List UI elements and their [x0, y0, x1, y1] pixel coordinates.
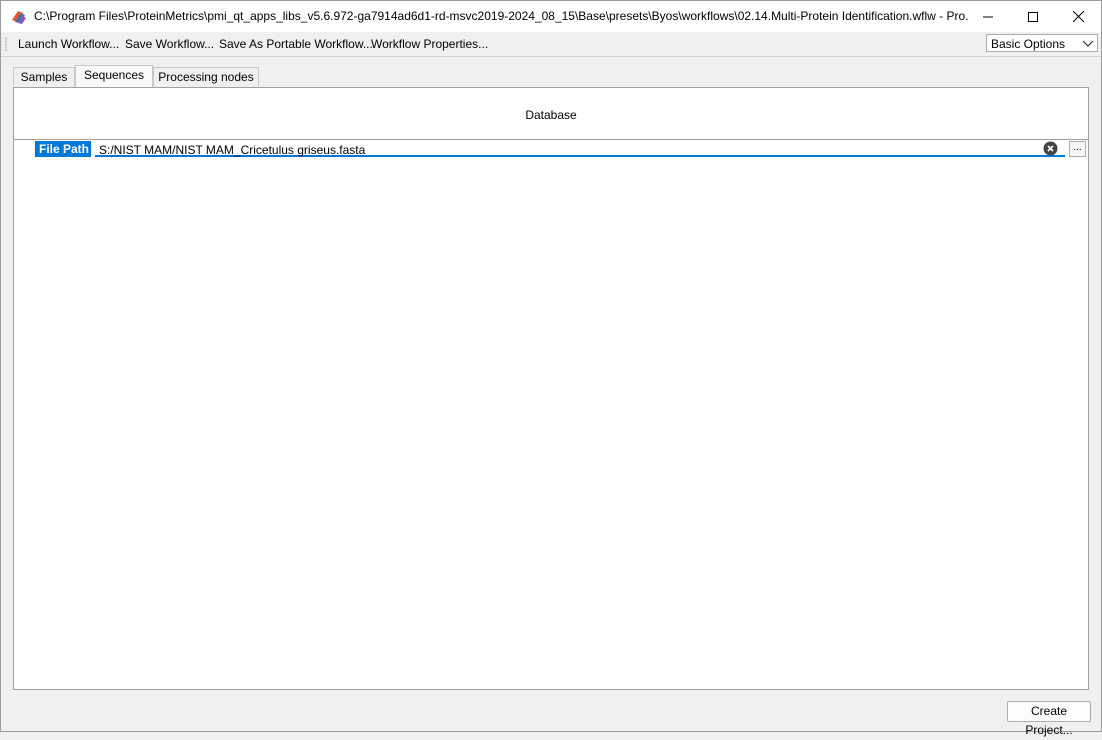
tab-sequences[interactable]: Sequences: [75, 65, 153, 87]
app-icon: [10, 8, 27, 25]
file-path-input[interactable]: S:/NIST MAM/NIST MAM_Cricetulus griseus.…: [95, 140, 1065, 157]
launch-workflow-button[interactable]: Launch Workflow...: [18, 37, 119, 51]
workflow-properties-button[interactable]: Workflow Properties...: [371, 37, 488, 51]
title-bar[interactable]: C:\Program Files\ProteinMetrics\pmi_qt_a…: [1, 1, 1101, 32]
maximize-icon: [1028, 11, 1038, 22]
close-icon: [1072, 11, 1084, 22]
save-portable-workflow-button[interactable]: Save As Portable Workflow...: [219, 37, 373, 51]
app-window: C:\Program Files\ProteinMetrics\pmi_qt_a…: [0, 0, 1102, 737]
toolbar-grip[interactable]: [5, 37, 7, 51]
file-path-label: File Path: [35, 141, 91, 157]
options-dropdown[interactable]: Basic Options: [986, 34, 1098, 52]
file-path-value: S:/NIST MAM/NIST MAM_Cricetulus griseus.…: [99, 143, 366, 157]
maximize-button[interactable]: [1010, 1, 1056, 32]
window-title: C:\Program Files\ProteinMetrics\pmi_qt_a…: [34, 9, 969, 23]
create-project-button[interactable]: Create Project...: [1007, 701, 1091, 737]
options-dropdown-value: Basic Options: [991, 37, 1066, 51]
database-header: Database: [14, 88, 1088, 140]
tab-processing-nodes[interactable]: Processing nodes: [153, 67, 259, 86]
sequences-pane: Database File Path S:/NIST MAM/NIST MAM_…: [13, 87, 1089, 690]
minimize-button[interactable]: [965, 1, 1011, 32]
database-title: Database: [525, 108, 577, 122]
tab-samples[interactable]: Samples: [13, 67, 75, 86]
save-workflow-button[interactable]: Save Workflow...: [125, 37, 214, 51]
minimize-icon: [983, 16, 993, 17]
clear-icon[interactable]: [1043, 141, 1058, 156]
browse-button[interactable]: ...: [1069, 141, 1086, 157]
close-button[interactable]: [1055, 1, 1101, 32]
chevron-down-icon: [1082, 40, 1094, 47]
toolbar: Launch Workflow... Save Workflow... Save…: [1, 32, 1101, 57]
